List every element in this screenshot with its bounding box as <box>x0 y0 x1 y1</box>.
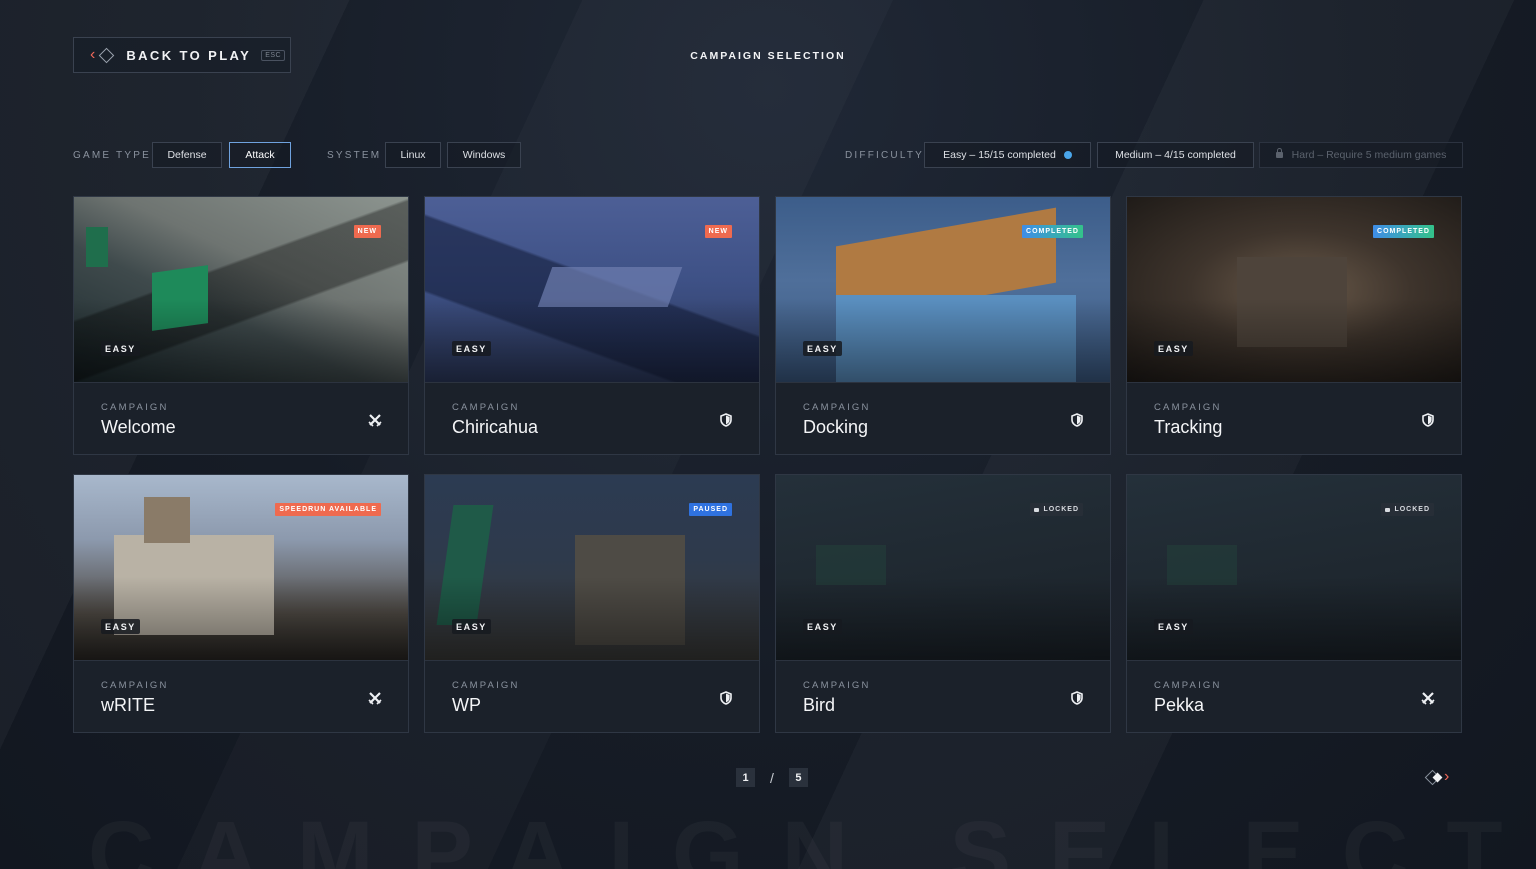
card-footer: CAMPAIGN wRITE <box>74 660 408 732</box>
card-footer: CAMPAIGN Welcome <box>74 382 408 454</box>
card-title: Bird <box>803 695 836 715</box>
status-badge: COMPLETED <box>1022 225 1083 238</box>
campaign-card-write[interactable]: SPEEDRUN AVAILABLE EASY CAMPAIGN wRITE <box>73 474 409 733</box>
card-footer: CAMPAIGN Chiricahua <box>425 382 759 454</box>
difficulty-tag: EASY <box>452 341 491 356</box>
page-separator: / <box>770 769 774 786</box>
card-title: Tracking <box>1154 417 1223 437</box>
filter-bar: GAME TYPE Defense Attack SYSTEM Linux Wi… <box>73 142 1463 168</box>
next-page-button[interactable]: › <box>1424 768 1450 785</box>
difficulty-medium-chip[interactable]: Medium – 4/15 completed <box>1097 142 1254 168</box>
card-kicker: CAMPAIGN <box>101 402 169 413</box>
status-badge: SPEEDRUN AVAILABLE <box>275 503 381 516</box>
crossed-swords-icon <box>368 690 382 705</box>
campaign-card-chiricahua[interactable]: NEW EASY CAMPAIGN Chiricahua <box>424 196 760 455</box>
shield-icon <box>719 412 733 427</box>
system-windows-chip[interactable]: Windows <box>447 142 521 168</box>
card-title: wRITE <box>101 695 155 715</box>
difficulty-label: DIFFICULTY <box>845 150 925 161</box>
card-kicker: CAMPAIGN <box>1154 680 1222 691</box>
card-kicker: CAMPAIGN <box>1154 402 1222 413</box>
system-label: SYSTEM <box>327 150 382 161</box>
status-badge: COMPLETED <box>1373 225 1434 238</box>
card-kicker: CAMPAIGN <box>452 402 520 413</box>
difficulty-tag: EASY <box>101 619 140 634</box>
lock-icon <box>1275 148 1283 158</box>
chevron-right-icon: › <box>1444 768 1450 785</box>
difficulty-tag: EASY <box>803 341 842 356</box>
difficulty-tag: EASY <box>101 341 140 356</box>
game-type-defense-chip[interactable]: Defense <box>152 142 222 168</box>
card-footer: CAMPAIGN Pekka <box>1127 660 1461 732</box>
system-linux-chip[interactable]: Linux <box>385 142 441 168</box>
current-page[interactable]: 1 <box>736 768 755 787</box>
shield-icon <box>719 690 733 705</box>
card-title: Chiricahua <box>452 417 539 437</box>
card-footer: CAMPAIGN Docking <box>776 382 1110 454</box>
shield-icon <box>1421 412 1435 427</box>
campaign-card-pekka[interactable]: LOCKED EASY CAMPAIGN Pekka <box>1126 474 1462 733</box>
total-pages[interactable]: 5 <box>788 768 808 787</box>
card-footer: CAMPAIGN Bird <box>776 660 1110 732</box>
difficulty-hard-text: Hard – Require 5 medium games <box>1291 149 1447 161</box>
card-footer: CAMPAIGN Tracking <box>1127 382 1461 454</box>
difficulty-easy-text: Easy – 15/15 completed <box>943 149 1056 161</box>
crossed-swords-icon <box>368 412 382 427</box>
campaign-card-bird[interactable]: LOCKED EASY CAMPAIGN Bird <box>775 474 1111 733</box>
card-kicker: CAMPAIGN <box>101 680 169 691</box>
status-badge: LOCKED <box>1030 503 1083 516</box>
game-type-label: GAME TYPE <box>73 150 151 161</box>
card-kicker: CAMPAIGN <box>452 680 520 691</box>
campaign-card-welcome[interactable]: NEW EASY CAMPAIGN Welcome <box>73 196 409 455</box>
difficulty-tag: EASY <box>1154 619 1193 634</box>
card-footer: CAMPAIGN WP <box>425 660 759 732</box>
card-title: WP <box>452 695 481 715</box>
status-badge: NEW <box>704 225 732 238</box>
shield-icon <box>1070 690 1084 705</box>
campaign-card-tracking[interactable]: COMPLETED EASY CAMPAIGN Tracking <box>1126 196 1462 455</box>
card-kicker: CAMPAIGN <box>803 402 871 413</box>
crossed-swords-icon <box>1421 690 1435 705</box>
campaign-card-docking[interactable]: COMPLETED EASY CAMPAIGN Docking <box>775 196 1111 455</box>
difficulty-tag: EASY <box>1154 341 1193 356</box>
status-badge: LOCKED <box>1381 503 1434 516</box>
status-badge: PAUSED <box>689 503 732 516</box>
pagination: 1 / 5 <box>736 768 808 787</box>
card-title: Welcome <box>101 417 176 437</box>
page-title: CAMPAIGN SELECTION <box>690 50 846 62</box>
status-badge: NEW <box>353 225 381 238</box>
shield-icon <box>1070 412 1084 427</box>
card-title: Pekka <box>1154 695 1205 715</box>
difficulty-medium-text: Medium – 4/15 completed <box>1115 149 1236 161</box>
game-type-attack-chip[interactable]: Attack <box>229 142 291 168</box>
difficulty-hard-chip[interactable]: Hard – Require 5 medium games <box>1259 142 1463 168</box>
difficulty-tag: EASY <box>803 619 842 634</box>
campaign-card-wp[interactable]: PAUSED EASY CAMPAIGN WP <box>424 474 760 733</box>
card-title: Docking <box>803 417 869 437</box>
card-kicker: CAMPAIGN <box>803 680 871 691</box>
completed-dot-icon <box>1063 151 1072 159</box>
page-watermark: CAMPAIGN SELECTION <box>88 808 1536 869</box>
difficulty-easy-chip[interactable]: Easy – 15/15 completed <box>924 142 1091 168</box>
difficulty-tag: EASY <box>452 619 491 634</box>
